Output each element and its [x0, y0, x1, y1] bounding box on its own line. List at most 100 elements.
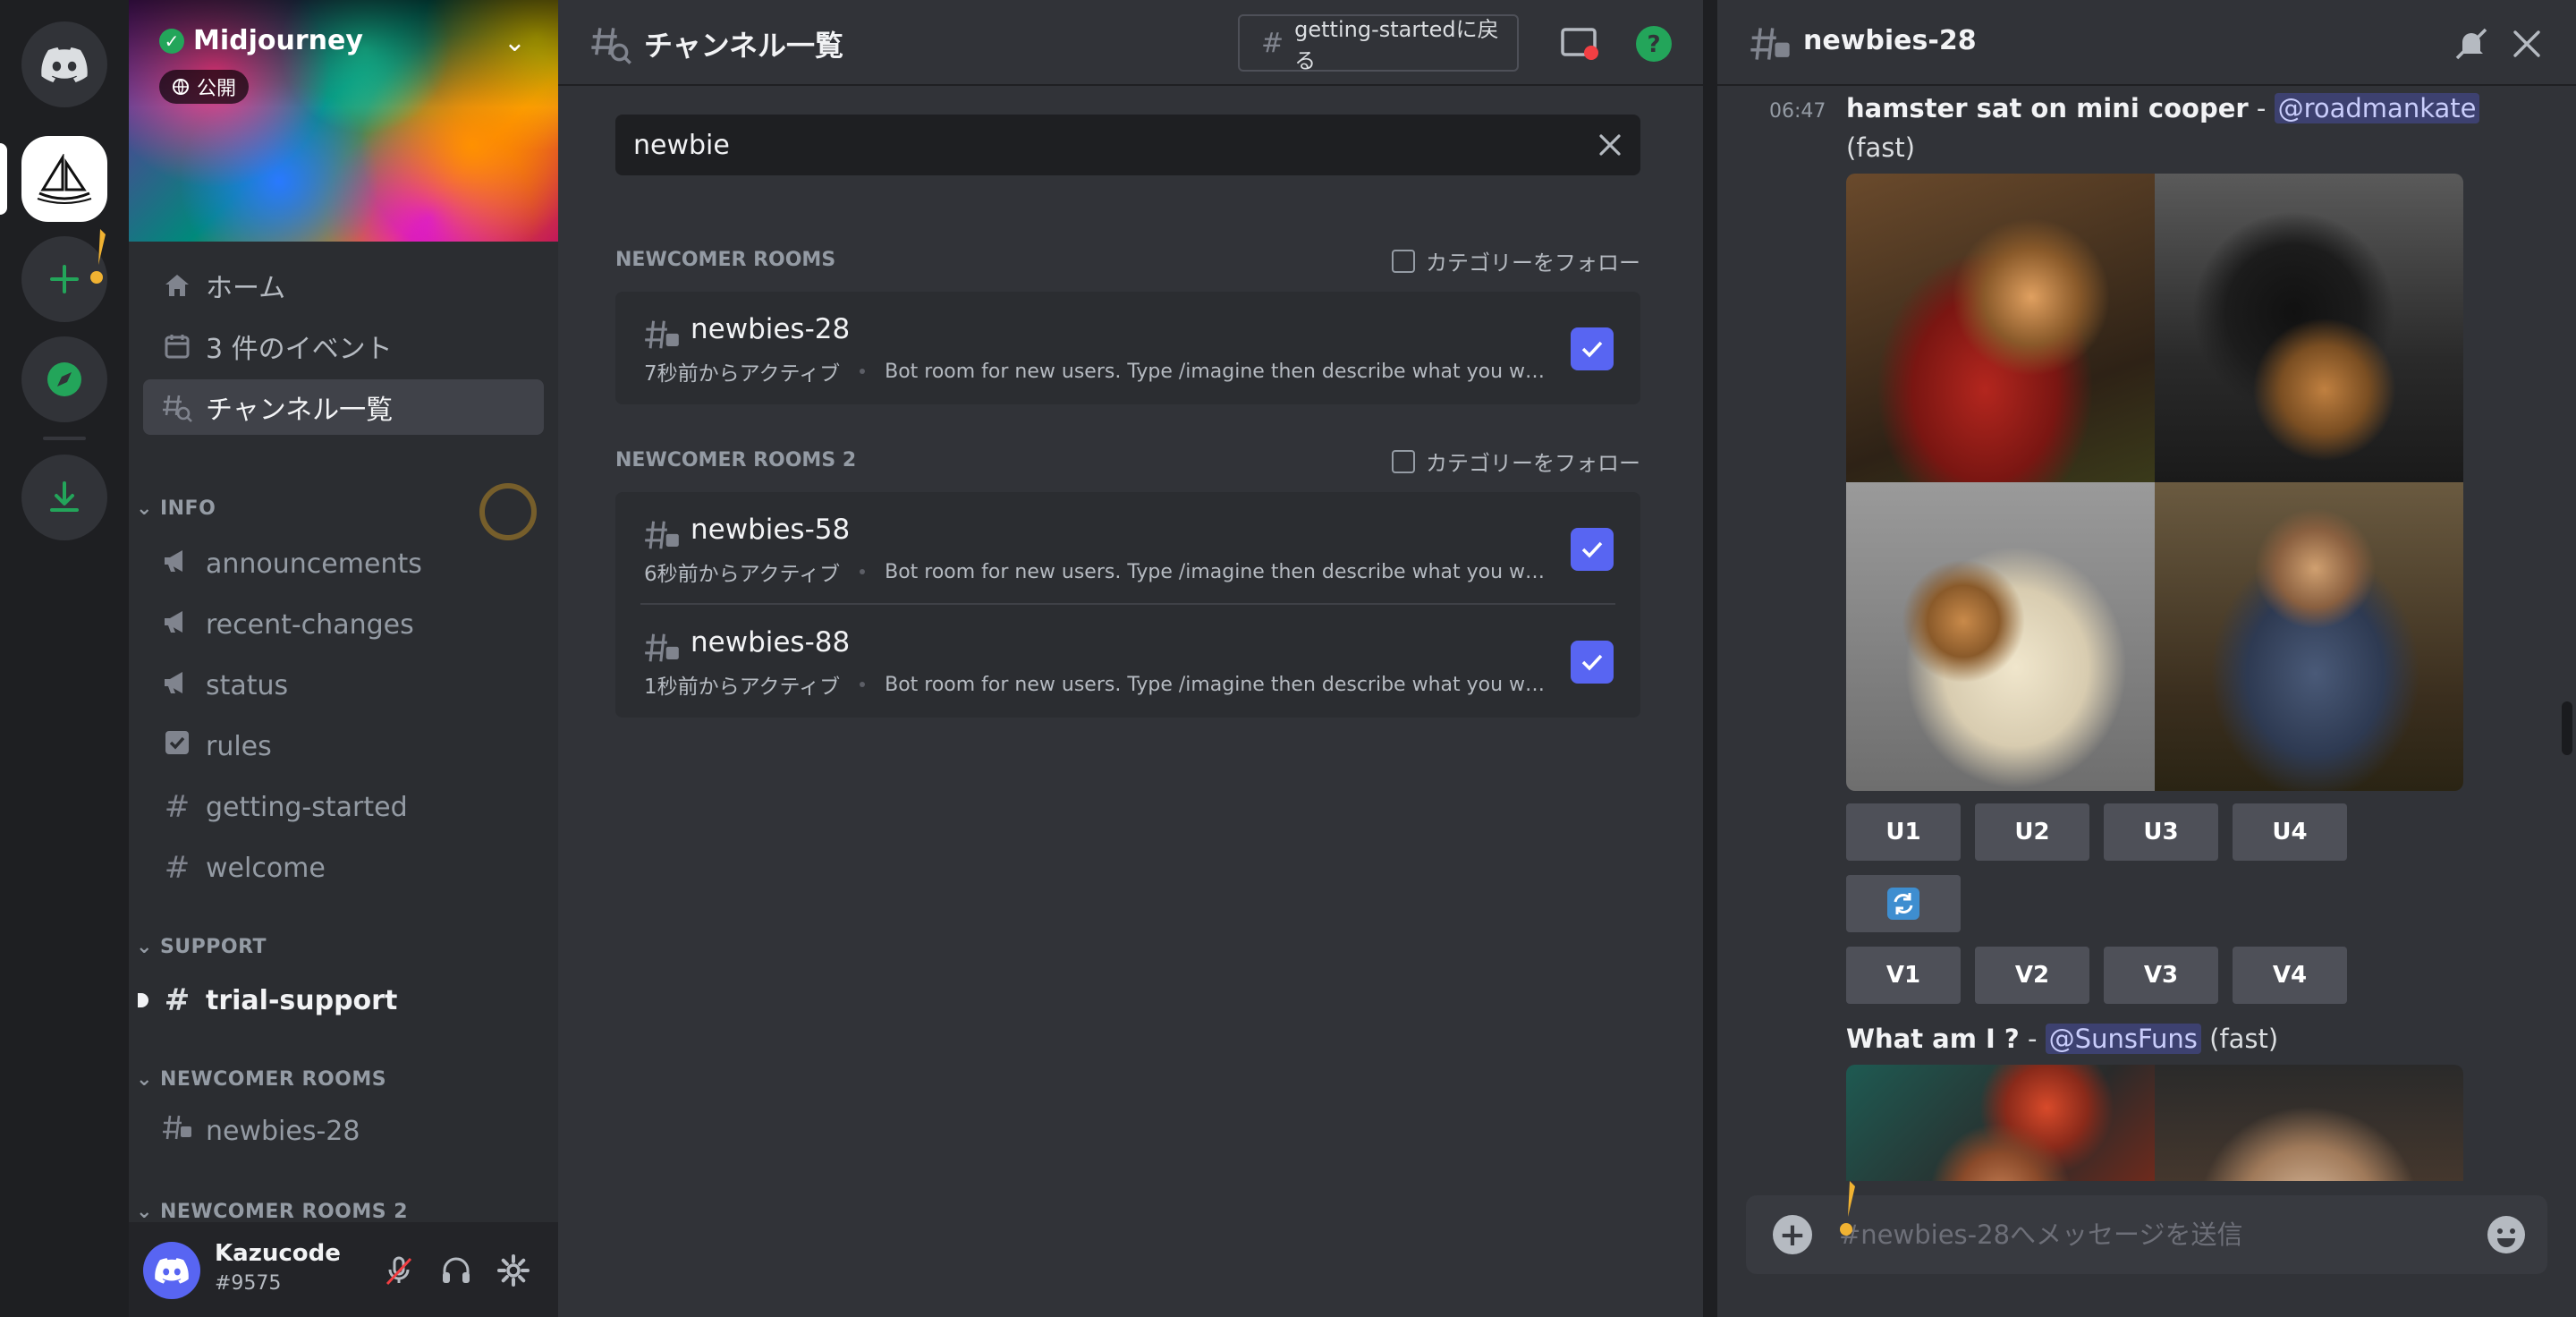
- channel-side-panel: newbies-28 06:47 hamster sat on mini coo…: [1717, 0, 2576, 1317]
- message-mode: (fast): [2209, 1024, 2279, 1054]
- emoji-button[interactable]: [2485, 1213, 2528, 1256]
- mute-mic-button[interactable]: [377, 1249, 420, 1292]
- upscale-button-2[interactable]: U2: [1975, 803, 2089, 861]
- svg-text:?: ?: [1647, 31, 1660, 58]
- user-mention[interactable]: @SunsFuns: [2045, 1024, 2201, 1054]
- avatar[interactable]: [143, 1242, 200, 1299]
- channel-label: getting-started: [206, 791, 408, 823]
- thread-hash-icon: [645, 633, 679, 662]
- follow-category-checkbox[interactable]: カテゴリーをフォロー: [1392, 446, 1640, 477]
- channel-search-input[interactable]: [615, 115, 1581, 175]
- explore-servers-button[interactable]: [21, 336, 107, 422]
- nav-channel-browser-label: チャンネル一覧: [206, 395, 394, 426]
- follow-label: カテゴリーをフォロー: [1426, 451, 1640, 476]
- variation-button-1[interactable]: V1: [1846, 947, 1961, 1004]
- channel-announcements[interactable]: announcements: [143, 539, 544, 589]
- separator-dot: [860, 682, 866, 687]
- clear-search-button[interactable]: [1592, 127, 1628, 163]
- nav-channel-browser[interactable]: チャンネル一覧: [143, 379, 544, 435]
- add-attachment-button[interactable]: +: [1773, 1215, 1812, 1254]
- channel-trial-support[interactable]: # trial-support: [138, 975, 544, 1025]
- server-midjourney[interactable]: [21, 136, 107, 222]
- nav-events-label: 3 件のイベント: [206, 334, 393, 365]
- gear-icon: [497, 1254, 530, 1287]
- section-header: NEWCOMER ROOMS カテゴリーをフォロー: [615, 243, 1640, 279]
- channel-getting-started[interactable]: # getting-started: [143, 782, 544, 832]
- activity-text: 1秒前からアクティブ: [644, 675, 841, 699]
- check-icon: [1581, 541, 1603, 558]
- category-info[interactable]: ⌄ INFO: [136, 497, 216, 520]
- category-newcomer-rooms-2[interactable]: ⌄ NEWCOMER ROOMS 2: [136, 1201, 408, 1223]
- emoji-icon: [2487, 1216, 2525, 1253]
- image-grid[interactable]: [1846, 174, 2463, 791]
- check-icon: [1581, 654, 1603, 671]
- headphones-icon: [443, 1257, 470, 1283]
- username: Kazucode: [215, 1240, 341, 1267]
- reroll-button[interactable]: [1846, 875, 1961, 932]
- channel-label: welcome: [206, 852, 326, 884]
- upscale-button-1[interactable]: U1: [1846, 803, 1961, 861]
- generated-image-4[interactable]: [2155, 482, 2463, 791]
- mute-channel-button[interactable]: [2451, 23, 2492, 64]
- user-settings-button[interactable]: [492, 1249, 535, 1292]
- channel-row[interactable]: newbies-58 6秒前からアクティブ Bot room for new u…: [615, 492, 1640, 605]
- channel-status[interactable]: status: [143, 660, 544, 710]
- generated-image-3[interactable]: [1846, 482, 2155, 791]
- chevron-down-icon: ⌄: [136, 936, 153, 958]
- nav-events[interactable]: 3 件のイベント: [143, 319, 544, 374]
- back-button-label: getting-startedに戻る: [1294, 17, 1499, 73]
- separator-dot: [860, 369, 866, 374]
- megaphone-icon: [161, 667, 193, 703]
- upscale-button-4[interactable]: U4: [2233, 803, 2347, 861]
- download-apps-button[interactable]: [21, 455, 107, 540]
- discord-home-button[interactable]: [21, 21, 107, 107]
- channel-label: recent-changes: [206, 608, 414, 641]
- loading-ring-icon: [479, 483, 537, 540]
- generated-image-1[interactable]: [1846, 174, 2155, 482]
- mic-muted-icon: [386, 1256, 412, 1286]
- channel-rules[interactable]: rules: [143, 721, 544, 771]
- server-header[interactable]: ✓ Midjourney: [159, 25, 363, 56]
- channel-row[interactable]: newbies-88 1秒前からアクティブ Bot room for new u…: [615, 605, 1640, 718]
- generated-image-2[interactable]: [2155, 174, 2463, 482]
- category-newcomer2-label: NEWCOMER ROOMS 2: [159, 1201, 409, 1223]
- join-channel-checkbox[interactable]: [1571, 641, 1614, 684]
- scrollbar-thumb[interactable]: [2562, 701, 2572, 755]
- upscale-button-3[interactable]: U3: [2104, 803, 2218, 861]
- variation-button-3[interactable]: V3: [2104, 947, 2218, 1004]
- hash-icon: #: [164, 850, 191, 886]
- deafen-button[interactable]: [435, 1249, 478, 1292]
- inbox-screen-button[interactable]: [1560, 23, 1601, 64]
- channel-newbies-28[interactable]: newbies-28: [143, 1106, 544, 1156]
- home-icon: [161, 269, 193, 302]
- channel-label: announcements: [206, 548, 422, 580]
- category-newcomer-label: NEWCOMER ROOMS: [159, 1068, 387, 1091]
- hash-icon: #: [164, 789, 191, 825]
- category-newcomer-rooms[interactable]: ⌄ NEWCOMER ROOMS: [136, 1068, 386, 1091]
- download-icon: [50, 481, 79, 512]
- join-channel-checkbox[interactable]: [1571, 528, 1614, 571]
- help-button[interactable]: ?: [1633, 23, 1674, 64]
- thread-hash-icon: [1750, 28, 1790, 60]
- follow-category-checkbox[interactable]: カテゴリーをフォロー: [1392, 245, 1640, 276]
- channel-list-card: newbies-28 7秒前からアクティブ Bot room for new u…: [615, 292, 1640, 404]
- user-mention[interactable]: @roadmankate: [2274, 93, 2480, 123]
- compass-icon: [47, 362, 81, 396]
- variation-button-2[interactable]: V2: [1975, 947, 2089, 1004]
- public-label: 公開: [197, 78, 237, 100]
- pane-divider[interactable]: [1703, 0, 1717, 1317]
- join-channel-checkbox[interactable]: [1571, 327, 1614, 370]
- close-panel-button[interactable]: [2506, 23, 2547, 64]
- back-to-channel-button[interactable]: # getting-startedに戻る: [1238, 14, 1519, 73]
- variation-button-4[interactable]: V4: [2233, 947, 2347, 1004]
- channel-row[interactable]: newbies-28 7秒前からアクティブ Bot room for new u…: [615, 292, 1640, 404]
- globe-icon: [173, 79, 189, 95]
- channel-recent-changes[interactable]: recent-changes: [143, 599, 544, 650]
- chevron-down-icon[interactable]: ⌄: [504, 27, 526, 58]
- alert-exclamation-icon: [1840, 1181, 1855, 1236]
- message-input[interactable]: [1839, 1195, 2465, 1274]
- channel-welcome[interactable]: # welcome: [143, 843, 544, 893]
- checkbox-empty-icon: [1392, 449, 1415, 473]
- category-support[interactable]: ⌄ SUPPORT: [136, 936, 267, 958]
- nav-home[interactable]: ホーム: [143, 258, 544, 313]
